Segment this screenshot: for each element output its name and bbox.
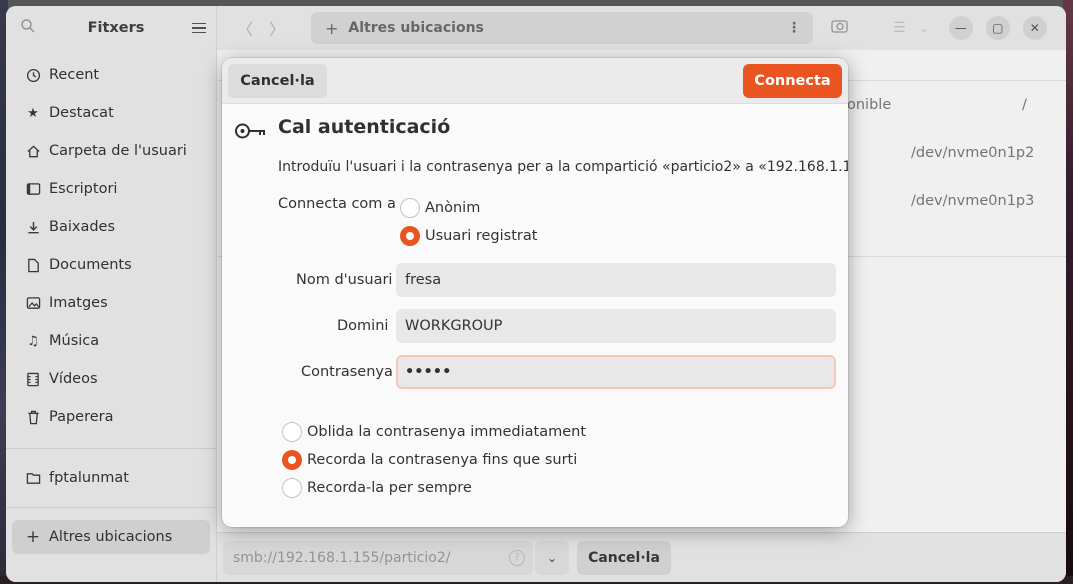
password-value: ••••• [405,364,452,380]
password-field[interactable]: ••••• [396,355,836,389]
dialog-header: Cancel·la Connecta [222,58,848,104]
radio-label: Anònim [425,200,481,216]
radio-button-selected[interactable] [282,450,302,470]
auth-dialog: Cancel·la Connecta Cal autenticació Intr… [222,58,848,527]
radio-anonymous[interactable]: Anònim [400,198,480,218]
domain-value: WORKGROUP [405,318,503,334]
connect-button[interactable]: Connecta [743,64,842,98]
radio-remember-forever[interactable]: Recorda-la per sempre [282,478,472,498]
radio-label: Oblida la contrasenya immediatament [307,424,587,440]
key-icon [235,123,265,139]
domain-field[interactable]: WORKGROUP [396,309,836,343]
domain-label: Domini [337,318,389,334]
cancel-button[interactable]: Cancel·la [228,64,327,98]
radio-forget-password[interactable]: Oblida la contrasenya immediatament [282,422,586,442]
radio-label: Recorda la contrasenya fins que surti [307,452,578,468]
radio-button[interactable] [400,198,420,218]
radio-remember-session[interactable]: Recorda la contrasenya fins que surti [282,450,577,470]
dialog-title: Cal autenticació [278,116,451,138]
dialog-message: Introduïu l'usuari i la contrasenya per … [278,159,848,175]
radio-button[interactable] [282,422,302,442]
username-field[interactable]: fresa [396,263,836,297]
radio-label: Usuari registrat [425,228,538,244]
radio-registered-user[interactable]: Usuari registrat [400,226,537,246]
radio-button-selected[interactable] [400,226,420,246]
connect-as-label: Connecta com a [278,196,396,212]
radio-button[interactable] [282,478,302,498]
password-label: Contrasenya [301,364,393,380]
radio-label: Recorda-la per sempre [307,480,472,496]
username-label: Nom d'usuari [296,272,393,288]
username-value: fresa [405,272,442,288]
